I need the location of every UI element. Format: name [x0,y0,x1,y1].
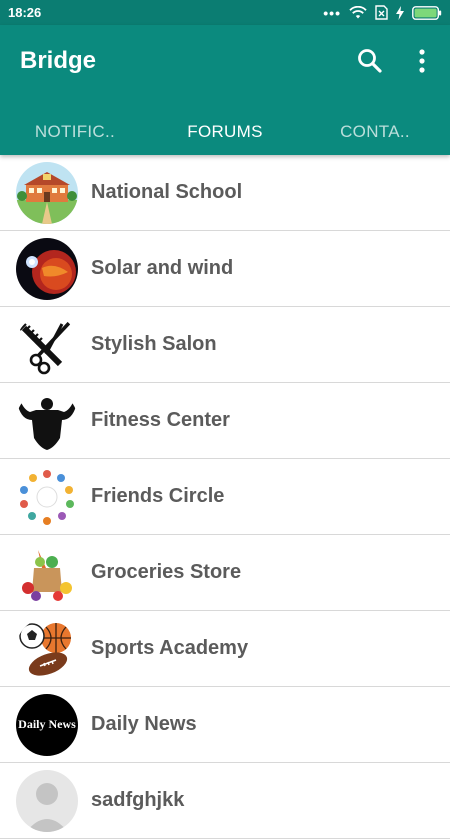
more-vert-icon [419,49,425,73]
tab-contacts[interactable]: CONTA.. [300,122,450,142]
forum-name: National School [91,181,243,203]
status-time: 18:26 [8,5,42,20]
forum-item-sadfghjkk[interactable]: sadfghjkk [0,763,450,839]
school-building-icon [16,161,78,224]
forum-item-groceries-store[interactable]: Groceries Store [0,535,450,611]
no-sim-icon [375,5,388,20]
comb-scissors-icon [16,313,78,376]
tab-bar: NOTIFIC.. FORUMS CONTA.. [0,109,450,155]
forum-name: Friends Circle [91,485,225,507]
charging-bolt-icon [396,5,404,20]
forum-name: Sports Academy [91,637,249,659]
grocery-bag-icon [16,541,78,604]
forum-name: Groceries Store [91,561,242,583]
tab-notifications[interactable]: NOTIFIC.. [0,122,150,142]
forum-item-stylish-salon[interactable]: Stylish Salon [0,307,450,383]
forum-item-fitness-center[interactable]: Fitness Center [0,383,450,459]
forum-item-solar-and-wind[interactable]: Solar and wind [0,231,450,307]
newspaper-icon: Daily News [16,693,78,756]
overflow-menu-button[interactable] [410,47,434,75]
sports-balls-icon [16,617,78,680]
status-bar: 18:26 ••• [0,0,450,25]
solar-flare-icon [16,237,78,300]
forum-name: Solar and wind [91,257,234,279]
search-button[interactable] [356,47,384,75]
bodybuilder-icon [16,389,78,452]
search-icon [358,49,382,73]
forum-name: sadfghjkk [91,789,185,811]
forum-list: National School Solar and wind Stylish S… [0,155,450,839]
default-avatar-icon [16,769,78,832]
wifi-icon [349,5,367,18]
friends-circle-icon [16,465,78,528]
forum-item-national-school[interactable]: National School [0,155,450,231]
avatar-text: Daily News [18,717,76,731]
forum-item-sports-academy[interactable]: Sports Academy [0,611,450,687]
forum-item-friends-circle[interactable]: Friends Circle [0,459,450,535]
battery-icon [412,5,442,20]
forum-name: Fitness Center [91,409,230,431]
app-bar: Bridge NOTIFIC.. FORUMS CONTA.. [0,25,450,155]
forum-name: Stylish Salon [91,333,217,355]
app-title: Bridge [20,47,97,74]
forum-item-daily-news[interactable]: Daily News Daily News [0,687,450,763]
tab-forums[interactable]: FORUMS [150,122,300,142]
signal-dots: ••• [323,4,341,21]
status-icons: ••• [323,5,442,20]
forum-name: Daily News [91,713,197,735]
